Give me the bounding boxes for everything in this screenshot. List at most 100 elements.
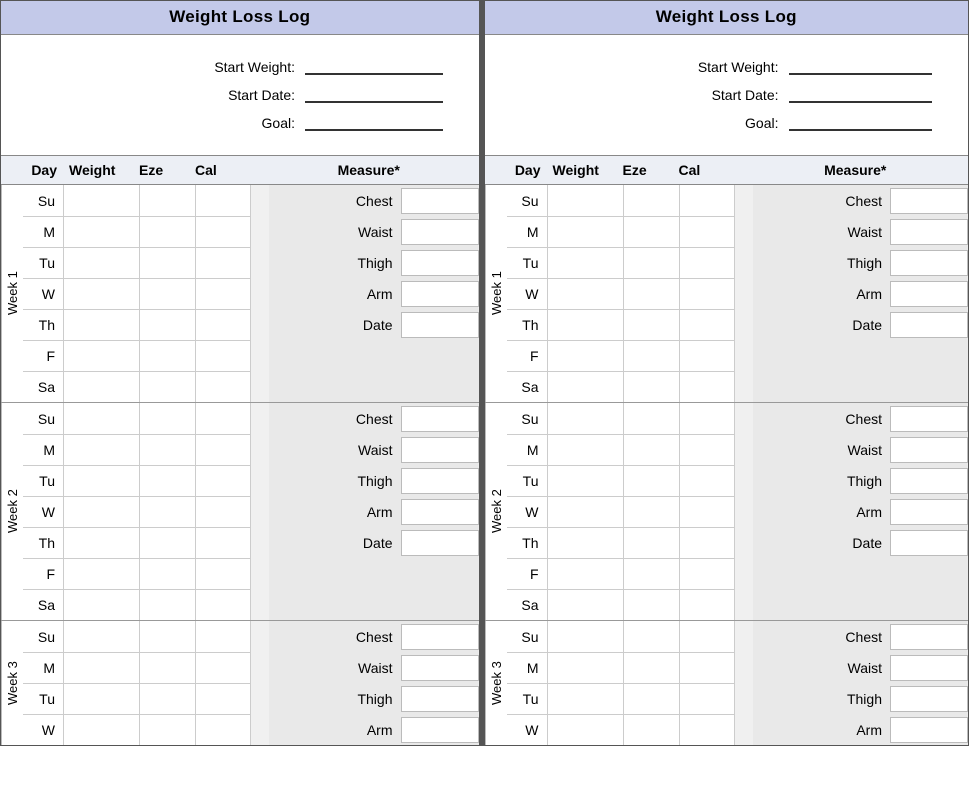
cal-cell[interactable] bbox=[195, 715, 251, 745]
eze-cell[interactable] bbox=[623, 217, 679, 247]
measure-input-thigh[interactable] bbox=[401, 468, 479, 494]
cal-cell[interactable] bbox=[679, 310, 735, 340]
weight-cell[interactable] bbox=[547, 559, 623, 589]
measure-input-chest[interactable] bbox=[401, 188, 479, 214]
cal-cell[interactable] bbox=[679, 590, 735, 620]
weight-cell[interactable] bbox=[547, 466, 623, 496]
weight-cell[interactable] bbox=[547, 621, 623, 652]
start-weight-input-line[interactable] bbox=[305, 57, 443, 75]
measure-input-thigh[interactable] bbox=[890, 686, 968, 712]
eze-cell[interactable] bbox=[623, 466, 679, 496]
cal-cell[interactable] bbox=[679, 217, 735, 247]
measure-input-thigh[interactable] bbox=[401, 686, 479, 712]
measure-input-arm[interactable] bbox=[401, 281, 479, 307]
eze-cell[interactable] bbox=[623, 185, 679, 216]
cal-cell[interactable] bbox=[679, 621, 735, 652]
eze-cell[interactable] bbox=[623, 497, 679, 527]
start-date-input-line[interactable] bbox=[789, 85, 933, 103]
eze-cell[interactable] bbox=[623, 372, 679, 402]
eze-cell[interactable] bbox=[139, 684, 195, 714]
cal-cell[interactable] bbox=[195, 559, 251, 589]
eze-cell[interactable] bbox=[623, 621, 679, 652]
cal-cell[interactable] bbox=[195, 217, 251, 247]
weight-cell[interactable] bbox=[547, 653, 623, 683]
eze-cell[interactable] bbox=[139, 435, 195, 465]
eze-cell[interactable] bbox=[623, 403, 679, 434]
eze-cell[interactable] bbox=[623, 528, 679, 558]
weight-cell[interactable] bbox=[547, 185, 623, 216]
cal-cell[interactable] bbox=[679, 528, 735, 558]
eze-cell[interactable] bbox=[623, 248, 679, 278]
eze-cell[interactable] bbox=[623, 590, 679, 620]
measure-input-chest[interactable] bbox=[890, 188, 968, 214]
weight-cell[interactable] bbox=[547, 341, 623, 371]
weight-cell[interactable] bbox=[547, 715, 623, 745]
weight-cell[interactable] bbox=[63, 372, 139, 402]
eze-cell[interactable] bbox=[139, 248, 195, 278]
eze-cell[interactable] bbox=[623, 341, 679, 371]
eze-cell[interactable] bbox=[623, 559, 679, 589]
cal-cell[interactable] bbox=[195, 590, 251, 620]
eze-cell[interactable] bbox=[623, 279, 679, 309]
measure-input-waist[interactable] bbox=[890, 219, 968, 245]
weight-cell[interactable] bbox=[63, 559, 139, 589]
weight-cell[interactable] bbox=[63, 248, 139, 278]
cal-cell[interactable] bbox=[679, 466, 735, 496]
measure-input-chest[interactable] bbox=[401, 406, 479, 432]
weight-cell[interactable] bbox=[63, 217, 139, 247]
measure-input-arm[interactable] bbox=[401, 717, 479, 743]
measure-input-arm[interactable] bbox=[890, 717, 968, 743]
weight-cell[interactable] bbox=[63, 684, 139, 714]
weight-cell[interactable] bbox=[63, 528, 139, 558]
measure-input-arm[interactable] bbox=[890, 281, 968, 307]
eze-cell[interactable] bbox=[139, 621, 195, 652]
weight-cell[interactable] bbox=[63, 497, 139, 527]
cal-cell[interactable] bbox=[679, 185, 735, 216]
measure-input-waist[interactable] bbox=[401, 437, 479, 463]
measure-input-thigh[interactable] bbox=[401, 250, 479, 276]
start-date-input-line[interactable] bbox=[305, 85, 443, 103]
eze-cell[interactable] bbox=[139, 279, 195, 309]
cal-cell[interactable] bbox=[679, 684, 735, 714]
cal-cell[interactable] bbox=[195, 403, 251, 434]
eze-cell[interactable] bbox=[623, 653, 679, 683]
cal-cell[interactable] bbox=[195, 185, 251, 216]
eze-cell[interactable] bbox=[623, 310, 679, 340]
eze-cell[interactable] bbox=[139, 528, 195, 558]
cal-cell[interactable] bbox=[195, 248, 251, 278]
measure-input-waist[interactable] bbox=[890, 655, 968, 681]
weight-cell[interactable] bbox=[547, 279, 623, 309]
measure-input-chest[interactable] bbox=[401, 624, 479, 650]
cal-cell[interactable] bbox=[195, 621, 251, 652]
cal-cell[interactable] bbox=[195, 435, 251, 465]
cal-cell[interactable] bbox=[679, 248, 735, 278]
weight-cell[interactable] bbox=[63, 403, 139, 434]
measure-input-arm[interactable] bbox=[890, 499, 968, 525]
measure-input-chest[interactable] bbox=[890, 406, 968, 432]
weight-cell[interactable] bbox=[63, 185, 139, 216]
cal-cell[interactable] bbox=[679, 435, 735, 465]
weight-cell[interactable] bbox=[547, 372, 623, 402]
measure-input-waist[interactable] bbox=[890, 437, 968, 463]
measure-input-date[interactable] bbox=[890, 530, 968, 556]
measure-input-arm[interactable] bbox=[401, 499, 479, 525]
weight-cell[interactable] bbox=[63, 590, 139, 620]
measure-input-date[interactable] bbox=[890, 312, 968, 338]
eze-cell[interactable] bbox=[139, 341, 195, 371]
measure-input-waist[interactable] bbox=[401, 219, 479, 245]
eze-cell[interactable] bbox=[139, 372, 195, 402]
goal-input-line[interactable] bbox=[305, 113, 443, 131]
eze-cell[interactable] bbox=[139, 185, 195, 216]
weight-cell[interactable] bbox=[547, 528, 623, 558]
cal-cell[interactable] bbox=[679, 559, 735, 589]
weight-cell[interactable] bbox=[547, 217, 623, 247]
cal-cell[interactable] bbox=[195, 279, 251, 309]
measure-input-thigh[interactable] bbox=[890, 250, 968, 276]
weight-cell[interactable] bbox=[547, 310, 623, 340]
cal-cell[interactable] bbox=[195, 372, 251, 402]
eze-cell[interactable] bbox=[139, 715, 195, 745]
weight-cell[interactable] bbox=[63, 341, 139, 371]
measure-input-waist[interactable] bbox=[401, 655, 479, 681]
measure-input-date[interactable] bbox=[401, 312, 479, 338]
eze-cell[interactable] bbox=[139, 466, 195, 496]
